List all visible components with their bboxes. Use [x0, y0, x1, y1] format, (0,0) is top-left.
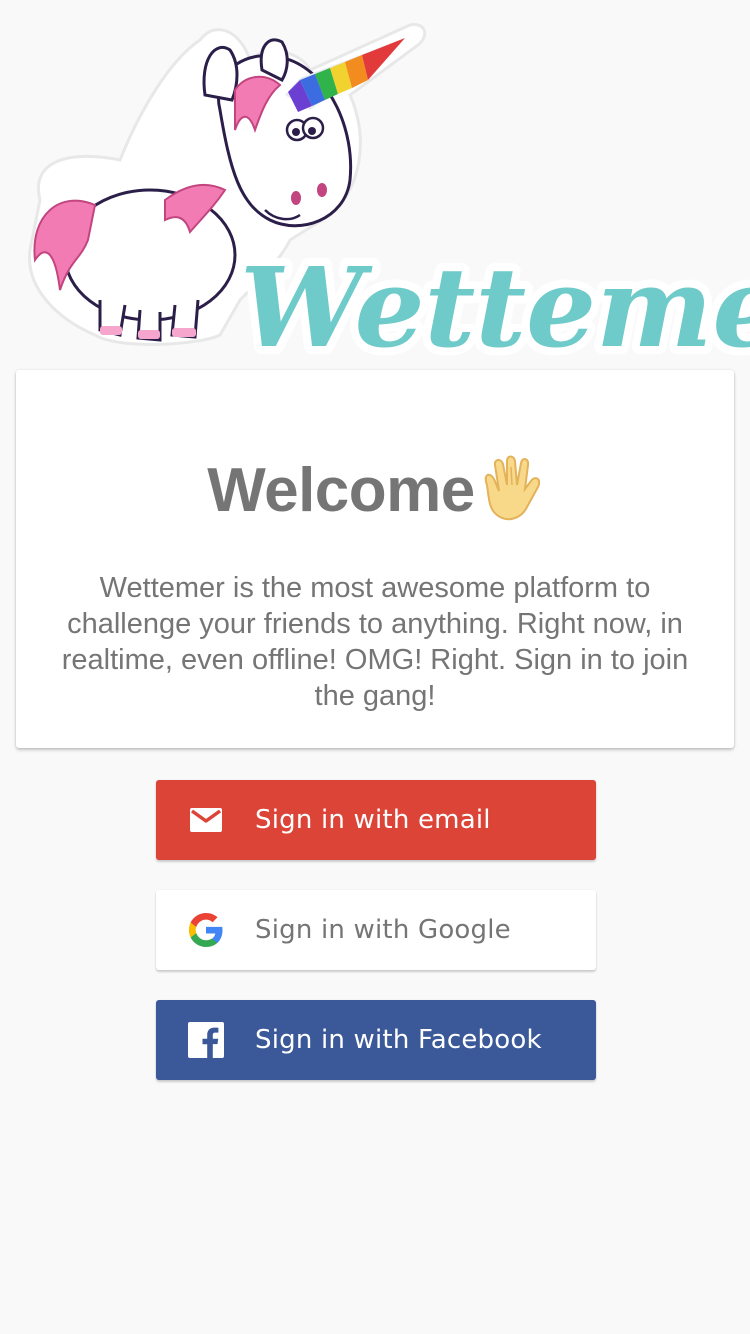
sign-in-google-button[interactable]: Sign in with Google [156, 890, 596, 970]
unicorn-logo-icon: Wettemer? Wettemer? [28, 23, 750, 370]
brand-wordmark: Wettemer? [240, 243, 750, 370]
app-logo: Wettemer? Wettemer? [0, 0, 750, 370]
google-icon [188, 912, 224, 948]
sign-in-facebook-label: Sign in with Facebook [255, 1025, 542, 1055]
welcome-title: Welcome [207, 455, 475, 525]
facebook-icon [188, 1022, 224, 1058]
vulcan-salute-hand-icon [477, 455, 543, 525]
sign-in-facebook-button[interactable]: Sign in with Facebook [156, 1000, 596, 1080]
welcome-description: Wettemer is the most awesome platform to… [61, 572, 689, 712]
sign-in-screen: Wettemer? Wettemer? Welcome Wettemer is … [0, 0, 750, 1334]
welcome-heading: Welcome [16, 450, 734, 530]
welcome-card: Welcome Wettemer is the most awesome pla… [16, 370, 734, 748]
sign-in-google-label: Sign in with Google [255, 915, 511, 945]
sign-in-email-button[interactable]: Sign in with email [156, 780, 596, 860]
mail-icon [188, 802, 224, 838]
sign-in-email-label: Sign in with email [255, 805, 491, 835]
